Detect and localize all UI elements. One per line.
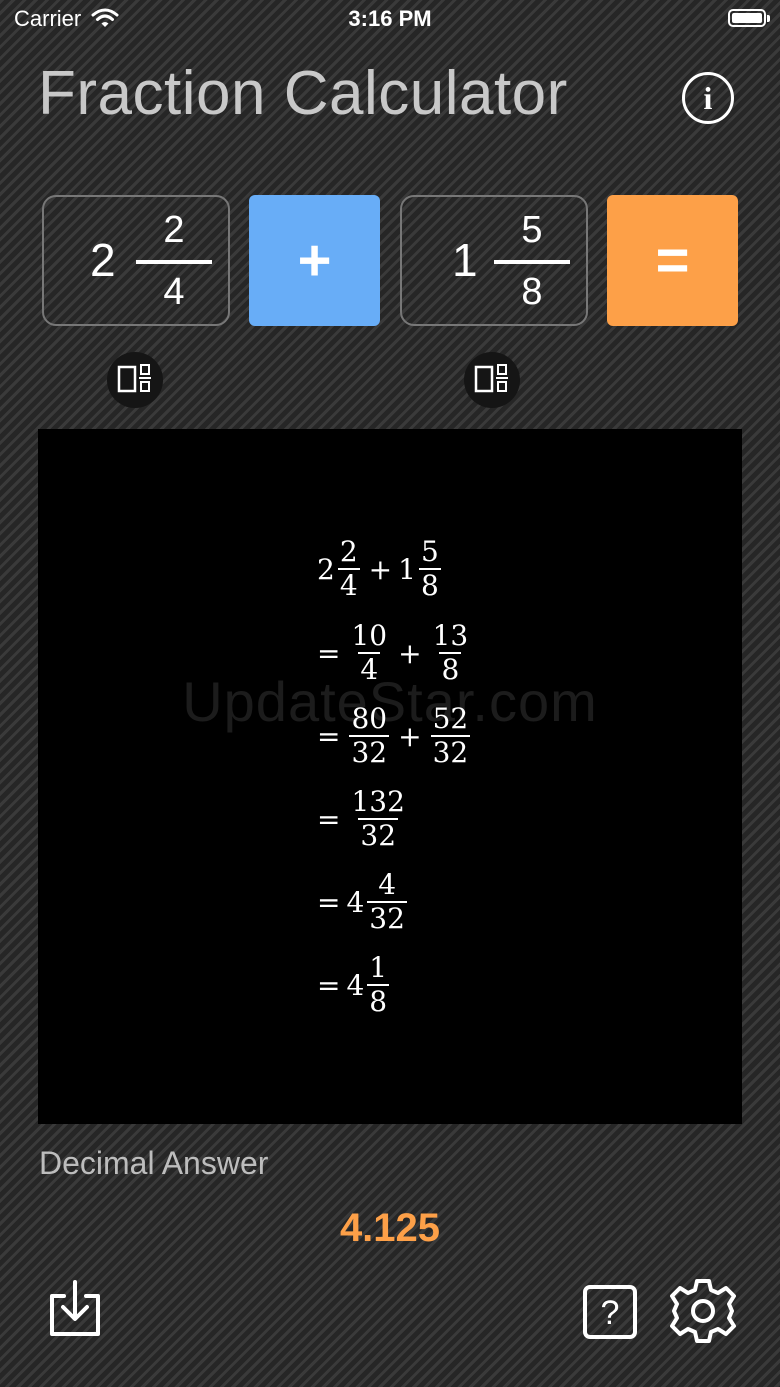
step-row-5: = 4 4 32 [317, 864, 410, 940]
decimal-answer-label: Decimal Answer [39, 1145, 269, 1181]
step5-whole: 4 [346, 885, 365, 919]
step-row-1: 2 24 + 1 58 [317, 531, 444, 607]
solution-panel: UpdateStar.com 2 24 + 1 58 = 10 4 + 13 8 =… [38, 429, 742, 1124]
help-button[interactable]: ? [582, 1284, 638, 1345]
first-fraction-bar [136, 260, 212, 264]
step-row-2: = 10 4 + 13 8 [317, 615, 473, 691]
step-row-4: = 132 32 [317, 781, 410, 857]
second-denominator: 8 [521, 271, 543, 313]
step3-fraction1: 80 32 [349, 702, 390, 769]
step6-whole: 4 [346, 968, 365, 1002]
help-icon: ? [583, 1285, 637, 1339]
first-whole: 2 [90, 234, 116, 286]
first-numerator: 2 [163, 209, 185, 251]
step1-operator: + [368, 552, 393, 586]
step2-fraction2: 13 8 [432, 619, 469, 686]
share-icon [50, 1280, 100, 1336]
equals-button[interactable]: = [607, 195, 738, 326]
step3-fraction2: 52 32 [430, 702, 471, 769]
svg-text:?: ? [601, 1294, 620, 1332]
swap-format-icon [474, 364, 508, 393]
settings-button[interactable] [670, 1278, 736, 1349]
step4-equals: = [317, 802, 341, 836]
page-title: Fraction Calculator [38, 59, 568, 128]
step2-operator: + [398, 636, 422, 670]
step6-fraction: 18 [367, 951, 390, 1018]
step2-fraction1: 10 4 [351, 619, 388, 686]
first-denominator: 4 [163, 271, 185, 313]
first-fraction-input[interactable]: 2 2 4 [42, 195, 230, 326]
second-fraction-input[interactable]: 1 5 8 [400, 195, 588, 326]
step1-whole2: 1 [398, 552, 416, 586]
second-whole: 1 [452, 234, 478, 286]
step6-equals: = [317, 968, 341, 1002]
step1-fraction2: 58 [418, 535, 441, 602]
second-fraction-bar [494, 260, 570, 264]
step5-equals: = [317, 885, 341, 919]
step2-equals: = [317, 636, 341, 670]
second-format-toggle[interactable] [464, 352, 520, 408]
first-format-toggle[interactable] [107, 352, 163, 408]
operator-button[interactable]: + [249, 195, 380, 326]
step-row-6: = 4 18 [317, 947, 392, 1023]
step1-whole1: 2 [317, 552, 335, 586]
share-button[interactable] [46, 1278, 104, 1345]
info-icon: i [703, 79, 713, 116]
step3-equals: = [317, 719, 341, 753]
settings-icon [670, 1279, 736, 1343]
swap-format-icon [117, 364, 151, 393]
second-numerator: 5 [521, 209, 543, 251]
step5-fraction: 4 32 [367, 868, 407, 935]
step-row-3: = 80 32 + 52 32 [317, 698, 473, 774]
info-button[interactable]: i [682, 72, 734, 124]
step3-operator: + [398, 719, 422, 753]
status-time: 3:16 PM [348, 6, 432, 31]
decimal-answer-value: 4.125 [339, 1206, 441, 1250]
battery-icon [728, 9, 770, 27]
step4-fraction: 132 32 [351, 785, 405, 852]
step1-fraction1: 24 [337, 535, 360, 602]
